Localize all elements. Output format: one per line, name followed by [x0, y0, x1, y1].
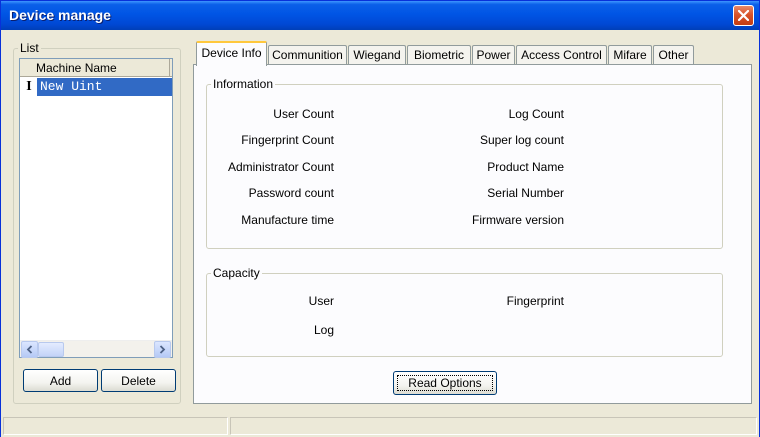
delete-button-label: Delete — [121, 373, 156, 388]
product-name-label: Product Name — [487, 160, 564, 174]
fingerprint-count-label: Fingerprint Count — [241, 133, 334, 147]
manufacture-time-label: Manufacture time — [241, 213, 334, 227]
firmware-version-label: Firmware version — [471, 213, 564, 227]
tab-access-control[interactable]: Access Control — [516, 45, 607, 65]
window-title: Device manage — [9, 7, 111, 23]
close-icon — [738, 10, 749, 21]
tab-device-info[interactable]: Device Info — [196, 41, 267, 66]
capacity-user-label: User — [308, 294, 334, 308]
capacity-groupbox: Capacity — [206, 266, 723, 357]
tab-label: Wiegand — [353, 48, 401, 62]
information-group-label: Information — [211, 77, 276, 91]
arrow-left-icon — [26, 345, 33, 354]
tab-label: Other — [658, 48, 689, 62]
close-button[interactable] — [733, 5, 754, 26]
list-group-label: List — [18, 41, 41, 55]
status-pane-left — [3, 417, 228, 435]
tab-label: Access Control — [521, 48, 602, 62]
list-item[interactable]: I New Uint — [20, 78, 172, 96]
capacity-fingerprint-label: Fingerprint — [506, 294, 564, 308]
read-options-button[interactable]: Read Options — [393, 371, 497, 395]
scroll-thumb[interactable] — [38, 342, 64, 357]
tab-label: Biometric — [413, 48, 464, 62]
device-manage-window: Device manage List Machine Name I New Ui… — [0, 0, 760, 437]
tab-biometric[interactable]: Biometric — [407, 45, 471, 65]
user-count-label: User Count — [273, 107, 334, 121]
device-info-panel: Information User Count Fingerprint Count… — [193, 64, 752, 404]
arrow-right-icon — [159, 345, 166, 354]
serial-number-label: Serial Number — [487, 186, 564, 200]
title-bar[interactable]: Device manage — [1, 1, 759, 30]
super-log-count-label: Super log count — [479, 133, 564, 147]
status-pane-right — [230, 417, 757, 435]
add-button-label: Add — [49, 373, 72, 388]
status-bar — [1, 415, 759, 437]
focus-rect — [397, 375, 493, 391]
column-header-machine-name[interactable]: Machine Name — [20, 59, 170, 76]
delete-button[interactable]: Delete — [101, 369, 176, 392]
scroll-left-button[interactable] — [21, 341, 38, 358]
tab-other[interactable]: Other — [653, 45, 694, 65]
tab-power[interactable]: Power — [472, 45, 515, 65]
capacity-log-label: Log — [313, 323, 334, 337]
tab-label: Power — [476, 48, 511, 62]
administrator-count-label: Administrator Count — [227, 160, 334, 174]
text-cursor-icon: I — [26, 79, 32, 94]
log-count-label: Log Count — [508, 107, 564, 121]
list-header: Machine Name — [20, 59, 172, 77]
tab-mifare[interactable]: Mifare — [608, 45, 652, 65]
password-count-label: Password count — [248, 186, 334, 200]
tab-label: Mifare — [613, 48, 647, 62]
list-item-label: New Uint — [37, 78, 172, 96]
capacity-group-label: Capacity — [211, 266, 262, 280]
tab-label: Device Info — [201, 46, 262, 60]
scroll-right-button[interactable] — [154, 341, 171, 358]
tab-communition[interactable]: Communition — [268, 45, 347, 65]
machine-listview[interactable]: Machine Name I New Uint — [19, 58, 173, 358]
tab-label: Communition — [272, 48, 343, 62]
horizontal-scrollbar[interactable] — [20, 340, 172, 358]
add-button[interactable]: Add — [23, 369, 98, 392]
tab-wiegand[interactable]: Wiegand — [348, 45, 406, 65]
